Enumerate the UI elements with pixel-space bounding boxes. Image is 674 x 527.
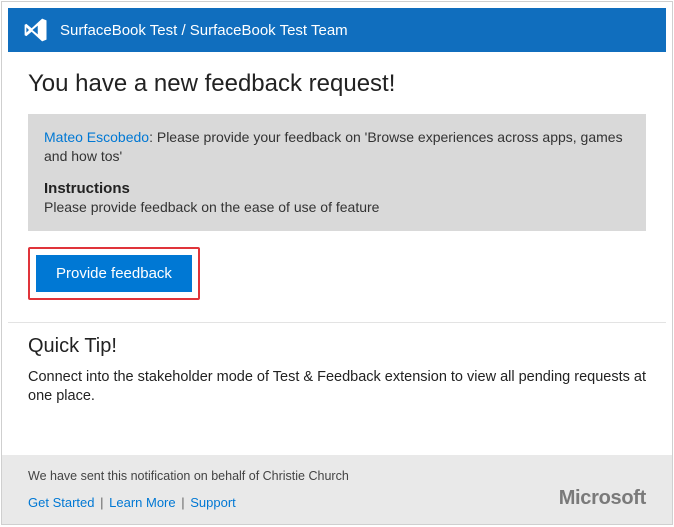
quick-tip-section: Quick Tip! Connect into the stakeholder … (2, 323, 672, 427)
support-link[interactable]: Support (190, 495, 236, 510)
tip-body: Connect into the stakeholder mode of Tes… (28, 368, 646, 407)
learn-more-link[interactable]: Learn More (109, 495, 175, 510)
page-title: You have a new feedback request! (28, 70, 646, 98)
tip-title: Quick Tip! (28, 335, 646, 358)
request-message: Mateo Escobedo: Please provide your feed… (44, 128, 630, 166)
footer-note-prefix: We have sent this notification on behalf… (28, 469, 263, 483)
footer-note: We have sent this notification on behalf… (28, 469, 646, 483)
notification-card: SurfaceBook Test / SurfaceBook Test Team… (1, 1, 673, 525)
footer-bar: We have sent this notification on behalf… (2, 455, 672, 524)
header-bar: SurfaceBook Test / SurfaceBook Test Team (8, 8, 666, 52)
footer-links: Get Started | Learn More | Support (28, 495, 646, 510)
cta-highlight-frame: Provide feedback (28, 247, 200, 300)
link-separator: | (100, 495, 103, 510)
instructions-text: Please provide feedback on the ease of u… (44, 199, 630, 215)
content-area: You have a new feedback request! Mateo E… (2, 52, 672, 300)
visual-studio-icon (22, 16, 50, 44)
get-started-link[interactable]: Get Started (28, 495, 94, 510)
footer-sender-name: Christie Church (263, 469, 349, 483)
provide-feedback-button[interactable]: Provide feedback (36, 255, 192, 292)
feedback-request-box: Mateo Escobedo: Please provide your feed… (28, 114, 646, 231)
instructions-heading: Instructions (44, 180, 630, 197)
microsoft-logo: Microsoft (559, 487, 646, 510)
project-breadcrumb: SurfaceBook Test / SurfaceBook Test Team (60, 22, 348, 39)
link-separator: | (181, 495, 184, 510)
requester-link[interactable]: Mateo Escobedo (44, 129, 149, 145)
